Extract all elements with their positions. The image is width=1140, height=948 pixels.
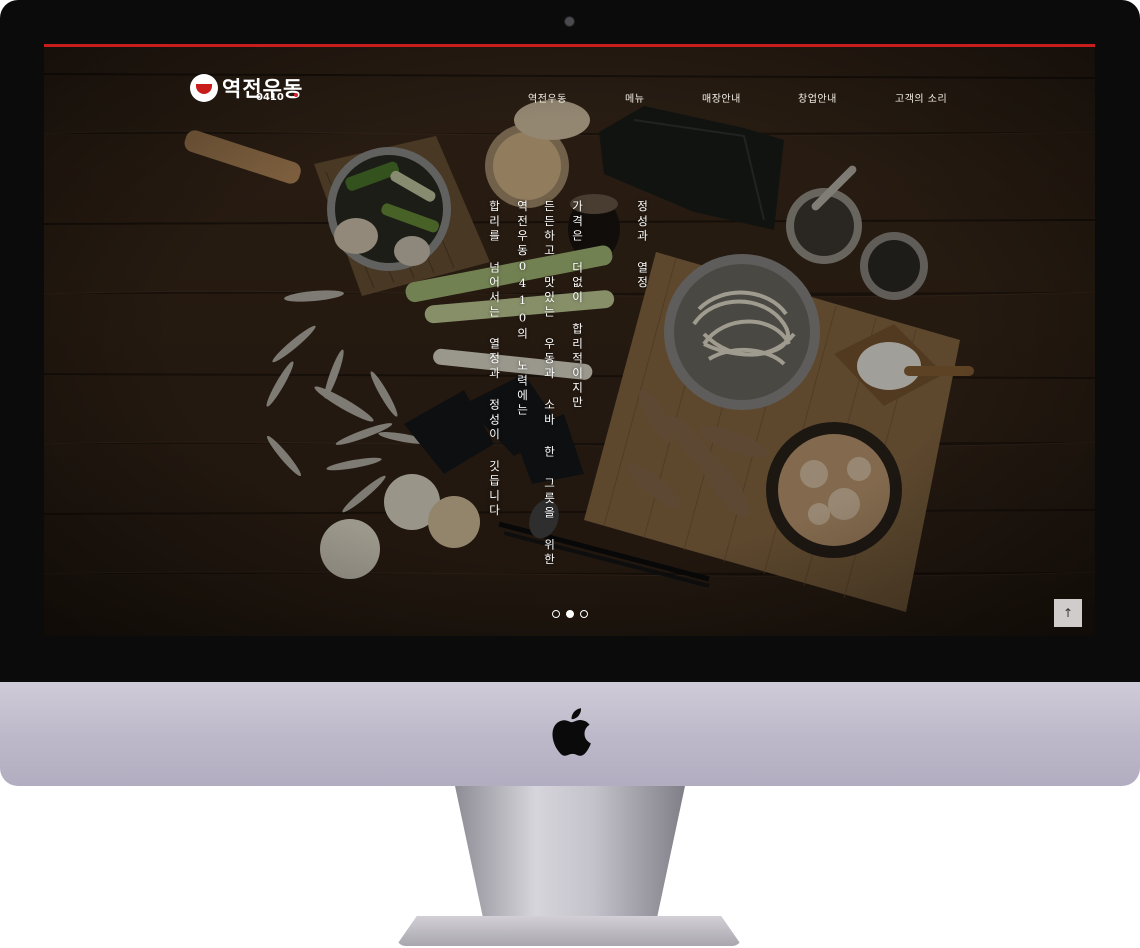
slider-dot-2[interactable] bbox=[566, 610, 574, 618]
monitor-stand bbox=[455, 786, 685, 916]
monitor-stand-base bbox=[396, 916, 742, 946]
main-nav: 역전우동 메뉴 매장안내 창업안내 고객의 소리 bbox=[44, 90, 1095, 106]
nav-item-customer-voice[interactable]: 고객의 소리 bbox=[895, 90, 947, 105]
monitor-bezel: 역전우동 0410 역전우동 메뉴 매장안내 창업안내 고객의 소리 정성과 열… bbox=[0, 0, 1140, 682]
monitor-chin bbox=[0, 682, 1140, 786]
slogan-line-4: 합리를 넘어서는 열정과 정성이 깃듭니다 bbox=[487, 200, 502, 519]
nav-item-menu[interactable]: 메뉴 bbox=[625, 90, 644, 105]
top-accent-bar bbox=[44, 44, 1095, 47]
camera-icon bbox=[564, 16, 575, 27]
slogan-line-2: 든든하고 맛있는 우동과 소바 한 그릇을 위한 bbox=[542, 200, 557, 568]
slider-dot-3[interactable] bbox=[580, 610, 588, 618]
slider-pagination bbox=[552, 610, 588, 618]
scroll-top-button[interactable]: ↑ bbox=[1054, 599, 1082, 627]
nav-item-yeokjeon-udon[interactable]: 역전우동 bbox=[528, 90, 567, 105]
slogan-line-3: 역전우동0410의 노력에는 bbox=[515, 200, 530, 419]
imac-mockup: 역전우동 0410 역전우동 메뉴 매장안내 창업안내 고객의 소리 정성과 열… bbox=[0, 0, 1140, 948]
slider-dot-1[interactable] bbox=[552, 610, 560, 618]
website-screen: 역전우동 0410 역전우동 메뉴 매장안내 창업안내 고객의 소리 정성과 열… bbox=[44, 44, 1095, 636]
nav-item-stores[interactable]: 매장안내 bbox=[702, 90, 741, 105]
nav-item-franchise[interactable]: 창업안내 bbox=[798, 90, 837, 105]
slogan-line-1: 가격은 더없이 합리적이지만 bbox=[570, 200, 585, 411]
apple-logo-icon bbox=[552, 708, 591, 756]
hero-background-image bbox=[44, 44, 1095, 636]
slogan-title: 정성과 열정 bbox=[635, 200, 650, 291]
arrow-up-icon: ↑ bbox=[1062, 606, 1074, 620]
